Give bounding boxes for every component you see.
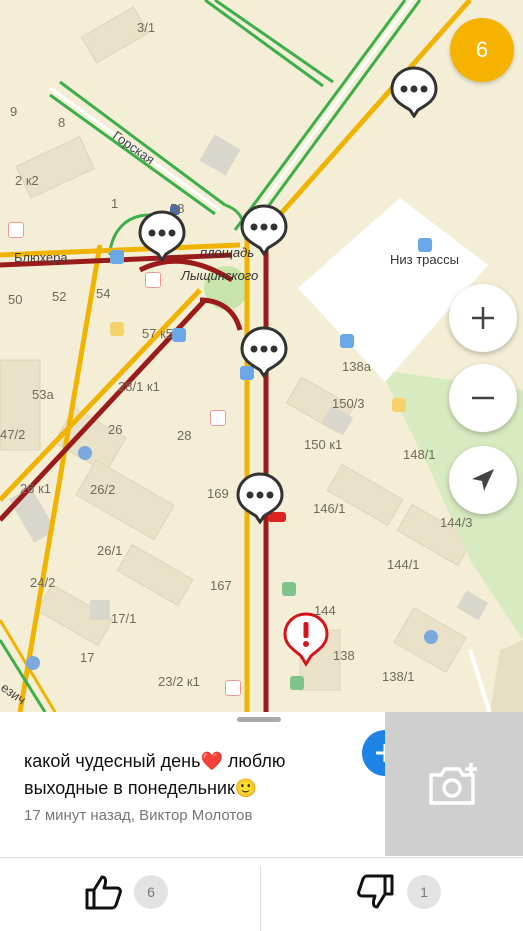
thumbs-up-icon: [85, 875, 122, 910]
house-number: 2 к2: [15, 173, 39, 188]
post-text: какой чудесный день❤️ люблю выходные в п…: [24, 751, 286, 798]
hospital-poi-icon[interactable]: [8, 222, 24, 238]
house-number: 150/3: [332, 396, 365, 411]
ski-lift-icon[interactable]: [340, 334, 354, 348]
zoom-out-button[interactable]: [449, 364, 517, 432]
house-number: 26 к1: [20, 481, 51, 496]
hospital-poi-icon[interactable]: [210, 410, 226, 426]
plaza-label: Лыщинского: [181, 268, 259, 283]
chat-bubble-pin-icon[interactable]: [240, 204, 288, 256]
house-number: 24/2: [30, 575, 56, 590]
my-location-button[interactable]: [449, 446, 517, 514]
navigation-arrow-icon: [472, 469, 494, 491]
house-number: 150 к1: [304, 437, 343, 452]
tree-icon[interactable]: [26, 656, 40, 670]
house-number: 28: [177, 428, 192, 443]
add-photo-button[interactable]: [385, 712, 523, 856]
hospital-poi-icon[interactable]: [145, 272, 161, 288]
house-number: 146/1: [313, 501, 346, 516]
tree-icon[interactable]: [424, 630, 438, 644]
place-label-niz-trassy: Низ трассы: [390, 252, 459, 267]
pharmacy-icon[interactable]: [225, 680, 241, 696]
house-number: 54: [96, 286, 111, 301]
plus-icon: [472, 307, 494, 329]
chat-bubble-pin-icon[interactable]: [236, 472, 284, 524]
sports-icon[interactable]: [110, 322, 124, 336]
minus-icon: [472, 396, 494, 400]
chat-bubble-pin-icon[interactable]: [240, 326, 288, 378]
street-label-blyukhera: Блюхера: [14, 250, 68, 265]
house-number: 52: [52, 289, 67, 304]
post-meta: 17 минут назад, Виктор Молотов: [24, 807, 253, 824]
dislike-count: 1: [407, 875, 441, 909]
gas-station-icon[interactable]: [290, 676, 304, 690]
house-number: 26/2: [90, 482, 116, 497]
alert-pin-icon[interactable]: [283, 612, 329, 668]
house-number: 138а: [342, 359, 371, 374]
divider: [0, 857, 523, 858]
bus-stop-icon[interactable]: [110, 250, 124, 264]
house-number: 50: [8, 292, 23, 307]
dislike-button[interactable]: 1: [357, 874, 441, 910]
house-number: 28/1 к1: [118, 379, 160, 394]
house-number: 9: [10, 104, 18, 119]
thumbs-down-icon: [357, 874, 394, 909]
sports-icon[interactable]: [392, 398, 406, 412]
house-number: 26: [108, 422, 123, 437]
house-number: 23/2 к1: [158, 674, 200, 689]
house-number: 53а: [32, 387, 54, 402]
house-number: 26/1: [97, 543, 123, 558]
hotel-icon[interactable]: [282, 582, 296, 596]
chat-bubble-pin-icon[interactable]: [390, 66, 438, 118]
house-number: 8: [58, 115, 66, 130]
like-count: 6: [134, 875, 168, 909]
house-number: 57 к5: [142, 326, 173, 341]
ski-lift-icon[interactable]: [418, 238, 432, 252]
house-number: 17/1: [111, 611, 137, 626]
house-number: 138: [333, 648, 355, 663]
house-number: 138/1: [382, 669, 415, 684]
camera-plus-icon: [429, 763, 477, 805]
bus-stop-icon[interactable]: [172, 328, 186, 342]
house-number: 169: [207, 486, 229, 501]
drag-handle[interactable]: [237, 717, 281, 722]
like-button[interactable]: 6: [84, 874, 168, 910]
house-number: 144/3: [440, 515, 473, 530]
reports-count-badge[interactable]: 6: [450, 18, 514, 82]
divider: [260, 866, 261, 931]
tree-icon[interactable]: [78, 446, 92, 460]
house-number: 144/1: [387, 557, 420, 572]
house-number: 17: [80, 650, 95, 665]
house-number: 47/2: [0, 427, 26, 442]
house-number: 148/1: [403, 447, 436, 462]
chat-bubble-pin-icon[interactable]: [138, 210, 186, 262]
house-number: 1: [111, 196, 119, 211]
house-number: 3/1: [137, 20, 156, 35]
house-number: 167: [210, 578, 232, 593]
map-view[interactable]: 3/1 9 8 Горская 2 к2 1 58 Блюхера площад…: [0, 0, 523, 712]
zoom-in-button[interactable]: [449, 284, 517, 352]
